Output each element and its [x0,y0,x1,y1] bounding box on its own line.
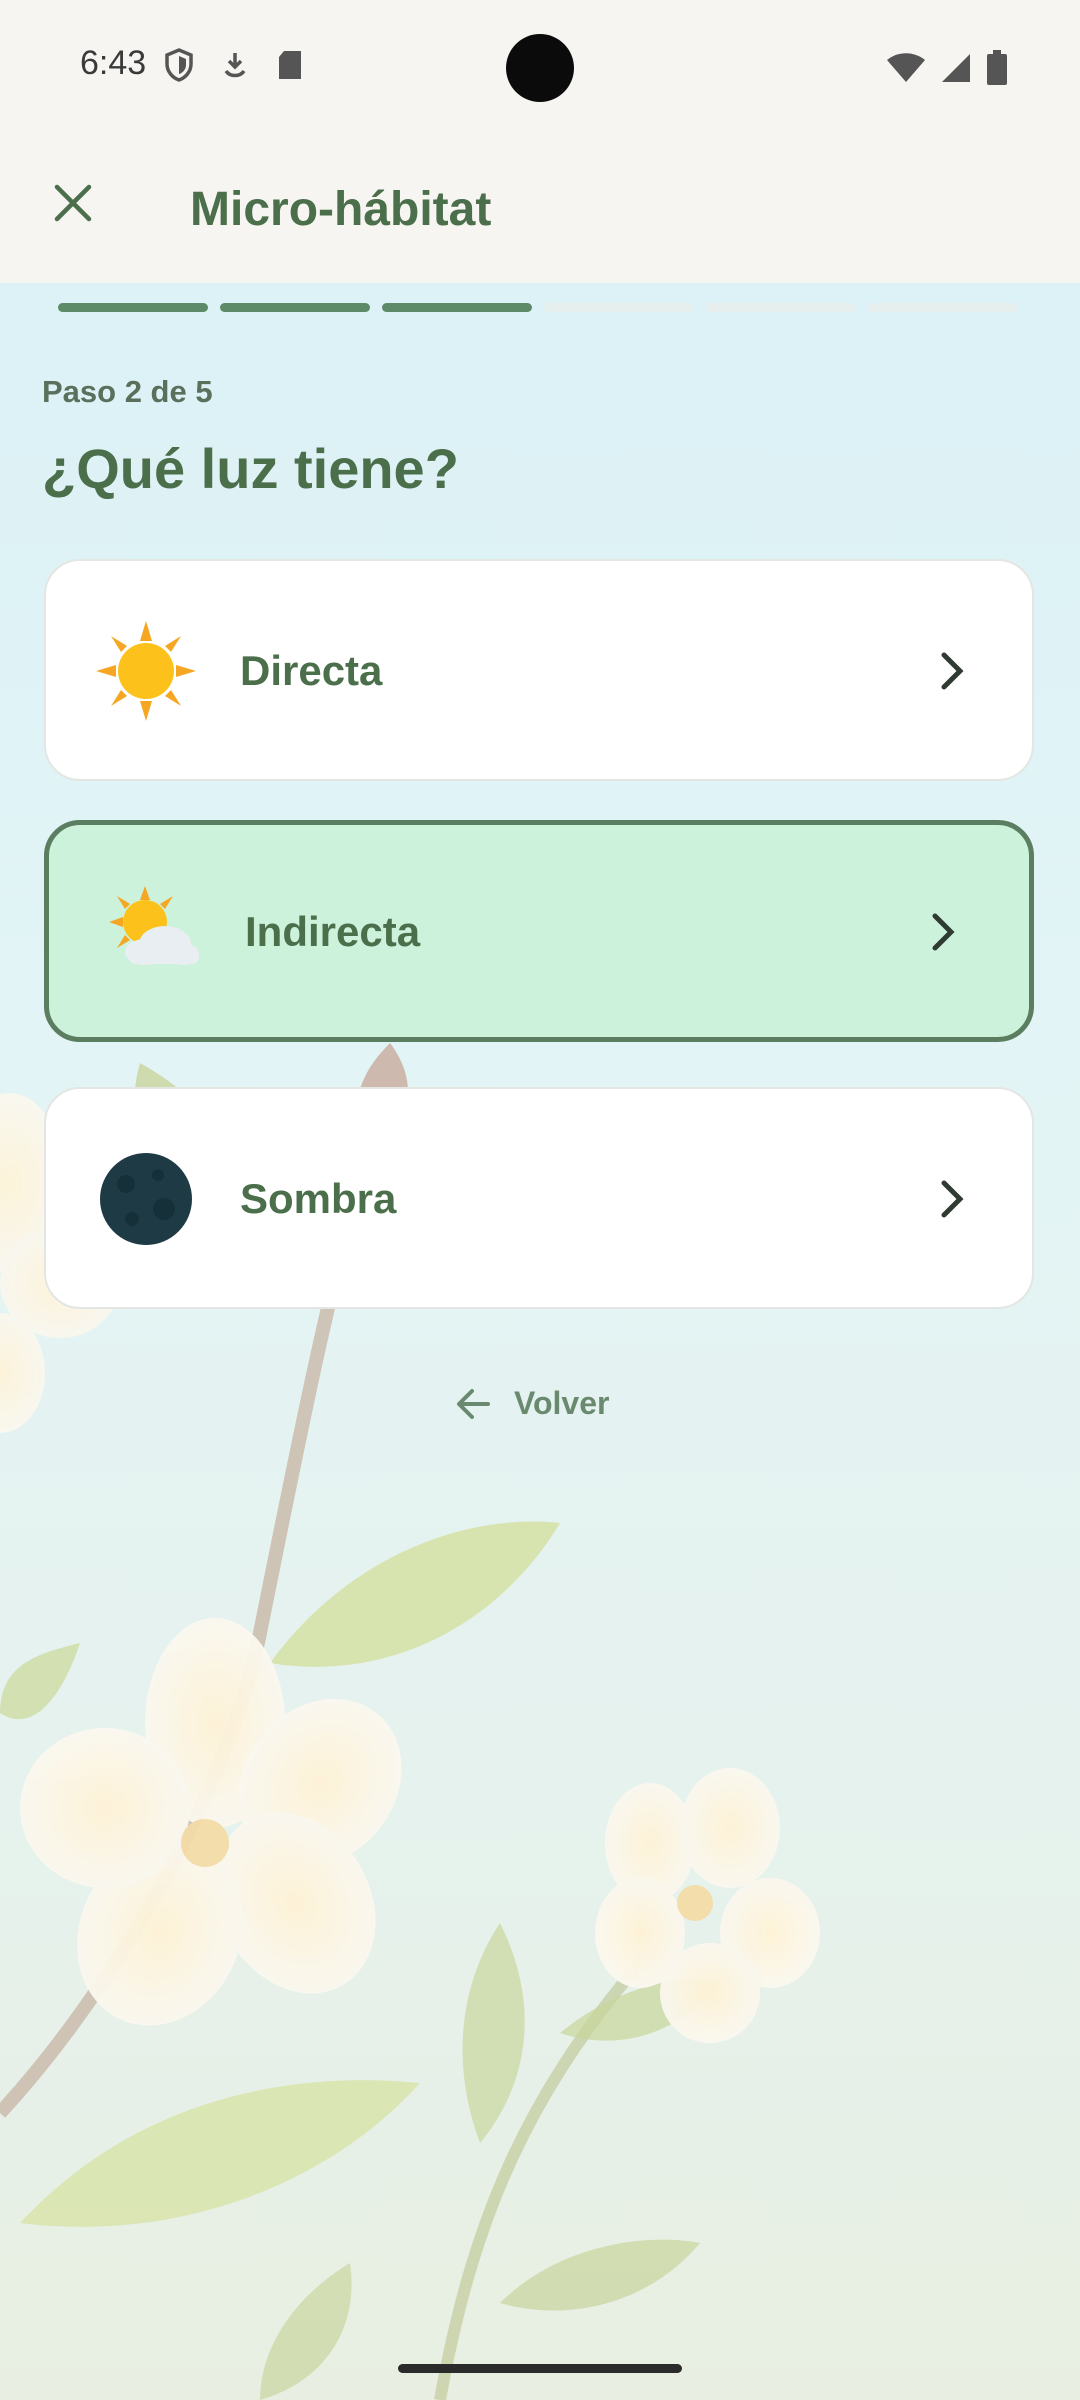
app-bar: Micro-hábitat [0,136,1080,283]
home-indicator[interactable] [398,2364,682,2373]
option-indirecta[interactable]: Indirecta [44,820,1034,1042]
wifi-icon [887,53,925,82]
step-progress-bar [58,303,1018,312]
back-button[interactable]: Volver [454,1385,609,1422]
download-icon [224,53,246,78]
sd-card-icon [279,51,301,79]
arrow-left-icon [457,1388,490,1419]
sun-icon [96,621,196,721]
option-label: Sombra [240,1175,397,1222]
option-label: Directa [240,647,383,694]
status-time: 6:43 [80,44,147,82]
battery-icon [987,50,1007,85]
sun-behind-cloud-icon [109,886,199,965]
chevron-right-icon [941,1180,964,1218]
close-button[interactable] [40,170,106,236]
option-directa[interactable]: Directa [44,559,1034,781]
shield-icon [165,48,193,82]
front-camera [506,34,574,102]
back-label: Volver [514,1385,610,1421]
moon-icon [100,1153,192,1245]
option-label: Indirecta [245,908,421,955]
page-title: Micro-hábitat [190,183,492,236]
progress-segment [544,303,694,312]
question-heading: ¿Qué luz tiene? [42,437,459,500]
step-label: Paso 2 de 5 [42,374,213,409]
progress-segment [220,303,370,312]
signal-icon [942,54,970,82]
chevron-right-icon [932,913,955,951]
close-icon [54,184,92,222]
chevron-right-icon [941,652,964,690]
progress-segment [706,303,856,312]
option-sombra[interactable]: Sombra [44,1087,1034,1309]
status-bar: 6:43 [0,0,1080,136]
progress-segment [58,303,208,312]
progress-segment [382,303,532,312]
progress-segment [868,303,1018,312]
